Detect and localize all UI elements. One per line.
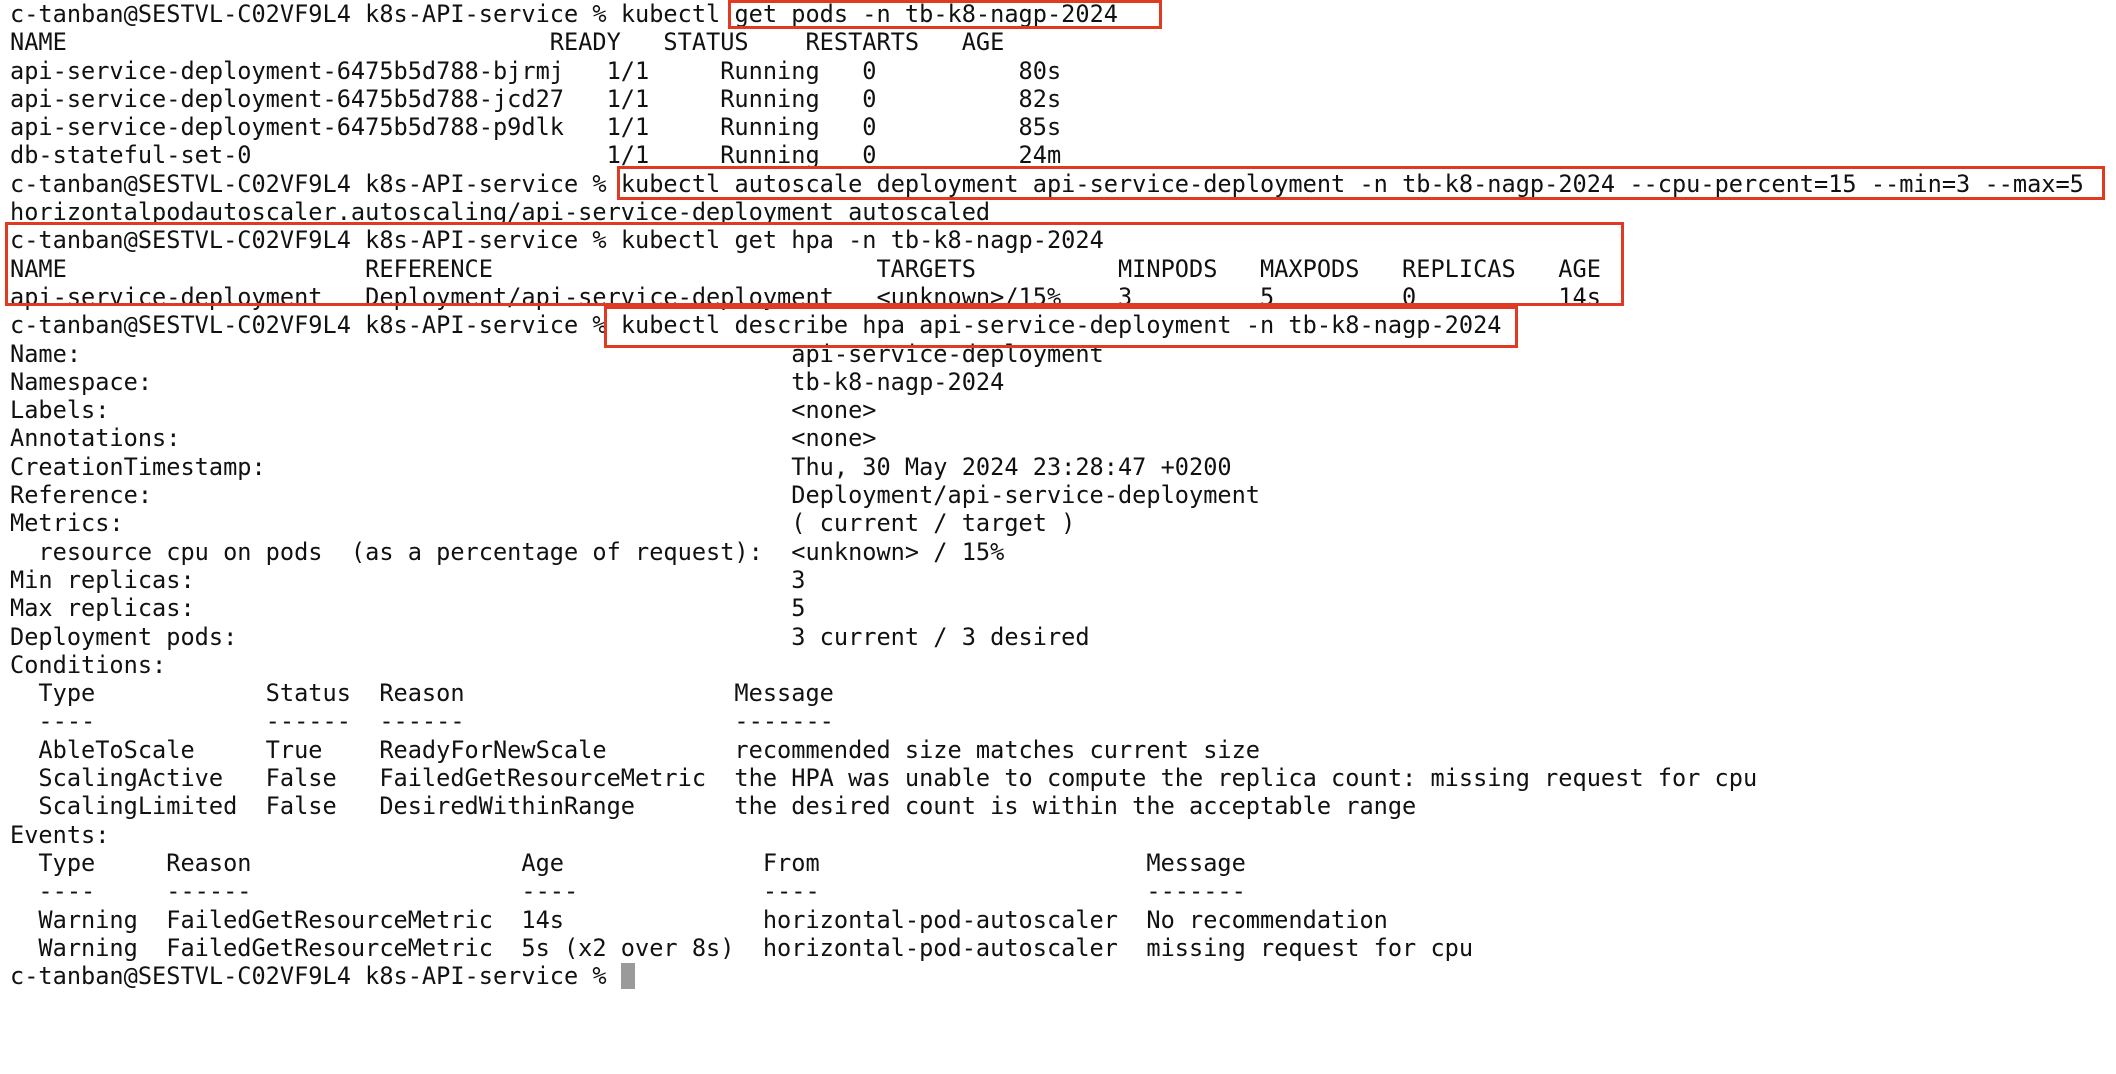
command-line-autoscale: c-tanban@SESTVL-C02VF9L4 k8s-API-service… [10, 170, 2084, 198]
shell-prompt: c-tanban@SESTVL-C02VF9L4 k8s-API-service… [10, 0, 621, 28]
describe-field-name: Name: api-service-deployment [10, 339, 1104, 368]
describe-field-min-replicas: Min replicas: 3 [10, 565, 806, 594]
conditions-table-row: ScalingActive False FailedGetResourceMet… [10, 764, 1758, 793]
pods-table-row: api-service-deployment-6475b5d788-bjrmj … [10, 56, 1062, 85]
command-prefix: kubectl [620, 0, 735, 28]
pods-table-row: db-stateful-set-0 1/1 Running 0 24m [10, 141, 1062, 170]
events-heading: Events: [10, 820, 110, 849]
command-get-hpa: kubectl get hpa -n tb-k8-nagp-2024 [620, 226, 1104, 255]
conditions-heading: Conditions: [10, 650, 167, 679]
pods-table-row: api-service-deployment-6475b5d788-jcd27 … [10, 84, 1062, 113]
describe-field-annotations: Annotations: <none> [10, 424, 877, 453]
command-autoscale: kubectl autoscale deployment api-service… [620, 169, 2084, 198]
describe-field-deployment-pods: Deployment pods: 3 current / 3 desired [10, 622, 1090, 651]
command-describe-hpa: kubectl describe hpa api-service-deploym… [620, 311, 1502, 340]
hpa-table-row: api-service-deployment Deployment/api-se… [10, 282, 1601, 311]
describe-field-creation-timestamp: CreationTimestamp: Thu, 30 May 2024 23:2… [10, 452, 1232, 481]
command-line-current[interactable]: c-tanban@SESTVL-C02VF9L4 k8s-API-service… [10, 962, 2084, 990]
shell-prompt: c-tanban@SESTVL-C02VF9L4 k8s-API-service… [10, 169, 621, 198]
conditions-table-row: ScalingLimited False DesiredWithinRange … [10, 792, 1417, 821]
describe-metric-cpu: resource cpu on pods (as a percentage of… [10, 537, 1005, 566]
command-line-get-hpa: c-tanban@SESTVL-C02VF9L4 k8s-API-service… [10, 226, 2084, 254]
terminal-output: c-tanban@SESTVL-C02VF9L4 k8s-API-service… [10, 0, 2084, 990]
describe-field-namespace: Namespace: tb-k8-nagp-2024 [10, 367, 1005, 396]
describe-field-labels: Labels: <none> [10, 396, 877, 425]
command-line-describe-hpa: c-tanban@SESTVL-C02VF9L4 k8s-API-service… [10, 311, 2084, 339]
events-table-row: Warning FailedGetResourceMetric 14s hori… [10, 905, 1388, 934]
text-cursor [620, 963, 635, 990]
conditions-table-header: Type Status Reason Message [10, 679, 834, 708]
describe-field-metrics: Metrics: ( current / target ) [10, 509, 1076, 538]
command-get-pods: get pods -n tb-k8-nagp-2024 [734, 0, 1118, 28]
describe-field-reference: Reference: Deployment/api-service-deploy… [10, 481, 1261, 510]
pods-table-header: NAME READY STATUS RESTARTS AGE [10, 28, 1005, 57]
shell-prompt: c-tanban@SESTVL-C02VF9L4 k8s-API-service… [10, 962, 621, 991]
autoscale-output: horizontalpodautoscaler.autoscaling/api-… [10, 198, 991, 227]
pods-table-row: api-service-deployment-6475b5d788-p9dlk … [10, 113, 1062, 142]
command-line-get-pods: c-tanban@SESTVL-C02VF9L4 k8s-API-service… [10, 0, 2084, 28]
events-table-row: Warning FailedGetResourceMetric 5s (x2 o… [10, 933, 1474, 962]
events-table-header: Type Reason Age From Message [10, 848, 1246, 877]
hpa-table-header: NAME REFERENCE TARGETS MINPODS MAXPODS R… [10, 254, 1601, 283]
events-table-rule: ---- ------ ---- ---- ------- [10, 877, 1246, 906]
shell-prompt: c-tanban@SESTVL-C02VF9L4 k8s-API-service… [10, 311, 621, 340]
conditions-table-rule: ---- ------ ------ ------- [10, 707, 834, 736]
conditions-table-row: AbleToScale True ReadyForNewScale recomm… [10, 735, 1261, 764]
describe-field-max-replicas: Max replicas: 5 [10, 594, 806, 623]
shell-prompt: c-tanban@SESTVL-C02VF9L4 k8s-API-service… [10, 226, 621, 255]
